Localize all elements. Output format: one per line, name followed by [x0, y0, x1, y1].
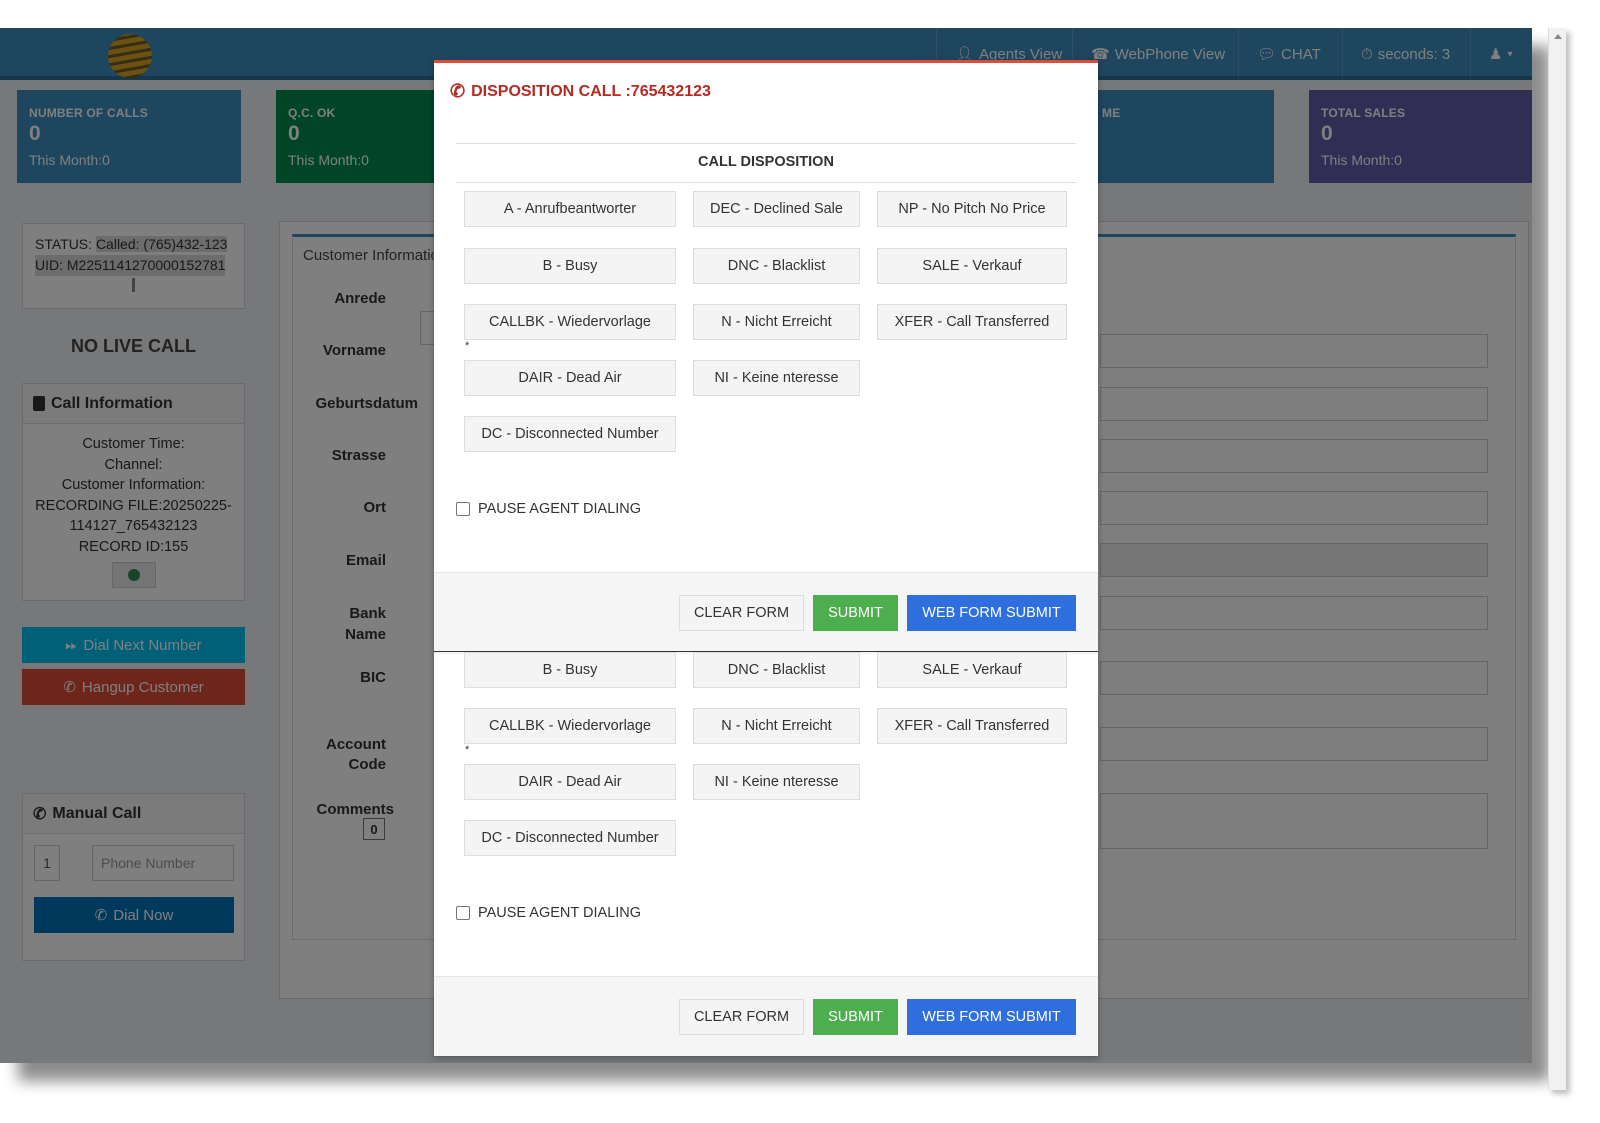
disposition-sale[interactable]: SALE - Verkauf — [877, 248, 1067, 284]
call-disposition-title: CALL DISPOSITION — [698, 154, 834, 170]
disposition-b[interactable]: B - Busy — [464, 248, 676, 284]
disposition-dnc[interactable]: DNC - Blacklist — [693, 652, 860, 688]
disposition-dnc[interactable]: DNC - Blacklist — [693, 248, 860, 284]
page-scrollbar[interactable] — [1548, 28, 1566, 1090]
pause-checkbox[interactable] — [456, 906, 470, 920]
modal-title: ✆ DISPOSITION CALL :765432123 — [450, 81, 711, 102]
web-form-submit-button[interactable]: WEB FORM SUBMIT — [907, 999, 1076, 1035]
disposition-xfer[interactable]: XFER - Call Transferred — [877, 304, 1067, 340]
disposition-dc[interactable]: DC - Disconnected Number — [464, 820, 676, 856]
disposition-np[interactable]: NP - No Pitch No Price — [877, 191, 1067, 227]
disposition-n[interactable]: N - Nicht Erreicht — [693, 708, 860, 744]
modal-footer: CLEAR FORM SUBMIT WEB FORM SUBMIT — [434, 976, 1098, 1056]
clear-form-button[interactable]: CLEAR FORM — [679, 999, 804, 1035]
pause-label: PAUSE AGENT DIALING — [478, 905, 642, 921]
disposition-b[interactable]: B - Busy — [464, 652, 676, 688]
pause-label: PAUSE AGENT DIALING — [478, 501, 642, 517]
web-form-submit-button[interactable]: WEB FORM SUBMIT — [907, 595, 1076, 631]
callback-asterisk: * — [465, 340, 470, 352]
submit-button[interactable]: SUBMIT — [813, 595, 898, 631]
disposition-dair[interactable]: DAIR - Dead Air — [464, 764, 676, 800]
disposition-ni[interactable]: NI - Keine nteresse — [693, 360, 860, 396]
disposition-xfer[interactable]: XFER - Call Transferred — [877, 708, 1067, 744]
disposition-modal: ✆ DISPOSITION CALL :765432123 CALL DISPO… — [434, 60, 1098, 1056]
scroll-up-arrow-icon[interactable] — [1553, 34, 1562, 39]
modal-title-text: DISPOSITION CALL :765432123 — [471, 82, 711, 100]
pause-agent-dialing[interactable]: PAUSE AGENT DIALING — [456, 501, 641, 517]
clear-form-button[interactable]: CLEAR FORM — [679, 595, 804, 631]
disposition-dec[interactable]: DEC - Declined Sale — [693, 191, 860, 227]
modal-footer: CLEAR FORM SUBMIT WEB FORM SUBMIT — [434, 572, 1098, 654]
pause-checkbox[interactable] — [456, 502, 470, 516]
screenshot-area: 👤︎ Agents View ☎ WebPhone View 💬︎ CHAT ⏱… — [0, 28, 1532, 1063]
submit-button[interactable]: SUBMIT — [813, 999, 898, 1035]
disposition-callbk[interactable]: CALLBK - Wiedervorlage — [464, 304, 676, 340]
callback-asterisk: * — [465, 744, 470, 756]
disposition-ni[interactable]: NI - Keine nteresse — [693, 764, 860, 800]
disposition-sale[interactable]: SALE - Verkauf — [877, 652, 1067, 688]
disposition-dc[interactable]: DC - Disconnected Number — [464, 416, 676, 452]
disposition-n[interactable]: N - Nicht Erreicht — [693, 304, 860, 340]
section-divider — [456, 182, 1076, 183]
disposition-callbk[interactable]: CALLBK - Wiedervorlage — [464, 708, 676, 744]
disposition-a[interactable]: A - Anrufbeantworter — [464, 191, 676, 227]
disposition-dair[interactable]: DAIR - Dead Air — [464, 360, 676, 396]
section-divider — [456, 143, 1076, 144]
hangup-icon: ✆ — [450, 81, 466, 101]
pause-agent-dialing[interactable]: PAUSE AGENT DIALING — [456, 905, 641, 921]
